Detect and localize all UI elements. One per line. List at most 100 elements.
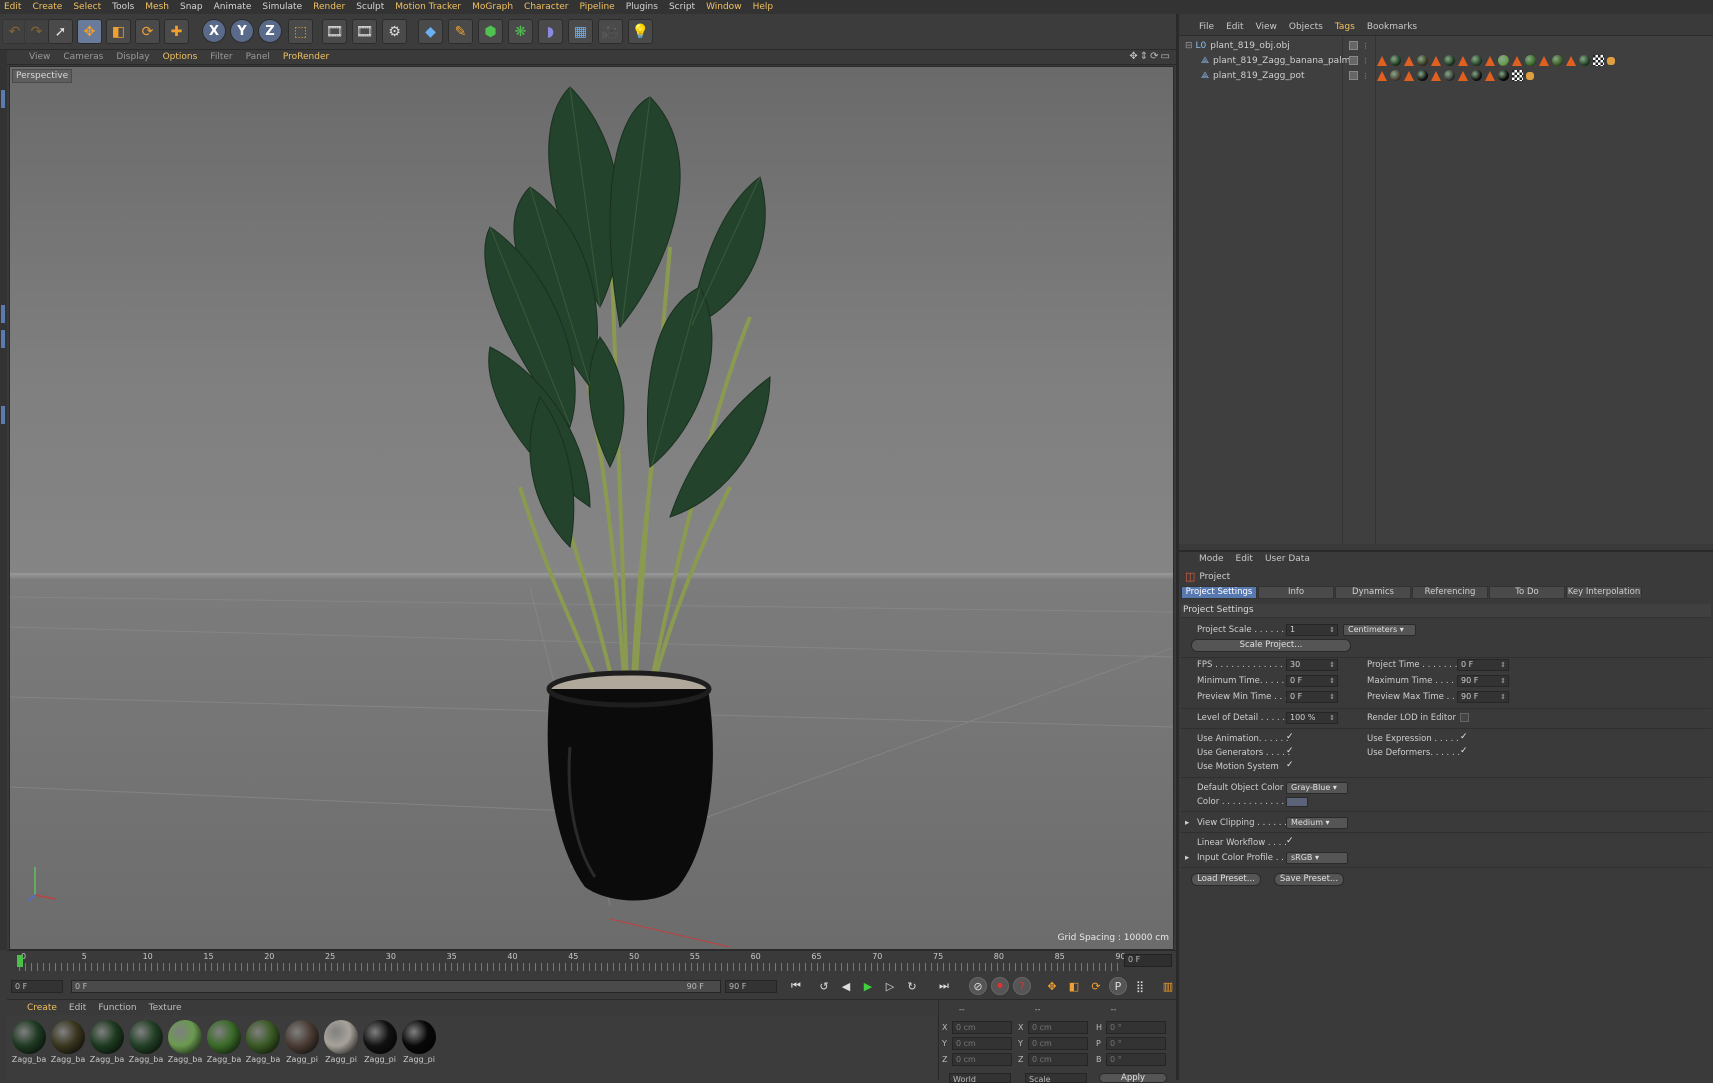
select-tool-button[interactable]: ➚ xyxy=(48,19,73,44)
menu-window[interactable]: Window xyxy=(706,2,742,12)
z-axis-button[interactable]: Z xyxy=(258,19,282,43)
menu-simulate[interactable]: Simulate xyxy=(262,2,302,12)
material-swatch[interactable]: Zagg_ba xyxy=(50,1020,86,1068)
object-row-pot[interactable]: ⟁ plant_819_Zagg_pot xyxy=(1201,68,1305,83)
color-swatch[interactable] xyxy=(1286,797,1308,807)
material-swatch[interactable]: Zagg_ba xyxy=(206,1020,242,1068)
timeline-playhead[interactable] xyxy=(17,955,23,967)
scale-project-button[interactable]: Scale Project... xyxy=(1191,639,1351,652)
om-menu-file[interactable]: File xyxy=(1199,22,1214,32)
subdivision-button[interactable]: ⬢ xyxy=(478,19,503,44)
key-position-button[interactable]: ✥ xyxy=(1043,977,1061,995)
material-tag-icon[interactable] xyxy=(1444,55,1455,66)
level-of-detail-field[interactable]: 100 % ⇕ xyxy=(1286,712,1338,724)
tab-info[interactable]: Info xyxy=(1258,586,1334,599)
use-expression-checkbox[interactable]: ✓ xyxy=(1460,733,1469,742)
use-generators-checkbox[interactable]: ✓ xyxy=(1286,747,1295,756)
uv-tag-icon[interactable] xyxy=(1377,70,1387,81)
material-tag-icon[interactable] xyxy=(1498,55,1509,66)
view-clipping-expander[interactable]: ▸ xyxy=(1185,818,1189,828)
material-swatch[interactable]: Zagg_pi xyxy=(362,1020,398,1068)
material-swatch[interactable]: Zagg_pi xyxy=(401,1020,437,1068)
coord-value-field[interactable]: 0 cm xyxy=(1028,1037,1088,1050)
maximum-time-field[interactable]: 90 F ⇕ xyxy=(1457,675,1509,687)
material-tag-icon[interactable] xyxy=(1471,70,1482,81)
object-row-root[interactable]: ⊟ L0 plant_819_obj.obj xyxy=(1185,38,1290,53)
material-swatch[interactable]: Zagg_ba xyxy=(167,1020,203,1068)
material-swatch[interactable]: Zagg_ba xyxy=(89,1020,125,1068)
menu-select[interactable]: Select xyxy=(73,2,101,12)
x-axis-button[interactable]: X xyxy=(202,19,226,43)
coord-value-field[interactable]: 0 ° xyxy=(1106,1053,1166,1066)
preview-max-field[interactable]: 90 F ⇕ xyxy=(1457,691,1509,703)
material-swatch[interactable]: Zagg_ba xyxy=(11,1020,47,1068)
object-flags[interactable]: ⋮ xyxy=(1349,68,1369,83)
tab-referencing[interactable]: Referencing xyxy=(1412,586,1488,599)
save-preset-button[interactable]: Save Preset... xyxy=(1274,873,1344,886)
material-tag-icon[interactable] xyxy=(1471,55,1482,66)
linear-workflow-checkbox[interactable]: ✓ xyxy=(1286,837,1295,846)
default-object-color-dropdown[interactable]: Gray-Blue ▾ xyxy=(1286,782,1348,794)
material-tag-icon[interactable] xyxy=(1390,70,1401,81)
viewport-menu-options[interactable]: Options xyxy=(163,52,198,62)
render-picture-viewer-button[interactable]: 🎞 xyxy=(352,19,377,44)
floor-button[interactable]: ▦ xyxy=(568,19,593,44)
tab-to-do[interactable]: To Do xyxy=(1489,586,1565,599)
start-frame-field[interactable]: 0 F xyxy=(11,980,63,993)
perspective-viewport[interactable]: Perspective Grid Spacing : 10000 cm xyxy=(9,66,1174,950)
uv-tag-icon[interactable] xyxy=(1404,55,1414,66)
y-axis-button[interactable]: Y xyxy=(230,19,254,43)
viewport-nav-icons[interactable]: ✥⇕⟳▭ xyxy=(1129,51,1172,62)
play-button[interactable]: ▶ xyxy=(859,977,877,995)
uv-tag-icon[interactable] xyxy=(1485,70,1495,81)
menu-mograph[interactable]: MoGraph xyxy=(472,2,513,12)
viewport-menu-display[interactable]: Display xyxy=(116,52,149,62)
material-menu-texture[interactable]: Texture xyxy=(149,1003,182,1013)
menu-help[interactable]: Help xyxy=(753,2,774,12)
collapse-icon[interactable]: ⊟ xyxy=(1185,41,1193,51)
use-motion-system-checkbox[interactable]: ✓ xyxy=(1286,761,1295,770)
minimum-time-field[interactable]: 0 F ⇕ xyxy=(1286,675,1338,687)
menu-render[interactable]: Render xyxy=(313,2,345,12)
autokey-button[interactable]: ? xyxy=(1013,977,1031,995)
material-tag-icon[interactable] xyxy=(1417,70,1428,81)
uv-tag-icon[interactable] xyxy=(1404,70,1414,81)
uv-tag-icon[interactable] xyxy=(1539,55,1549,66)
material-tag-icon[interactable] xyxy=(1390,55,1401,66)
project-scale-unit-dropdown[interactable]: Centimeters ▾ xyxy=(1343,624,1416,636)
next-key-button[interactable]: ↻ xyxy=(903,977,921,995)
uv-tag-icon[interactable] xyxy=(1512,55,1522,66)
fps-field[interactable]: 30 ⇕ xyxy=(1286,659,1338,671)
attr-menu-edit[interactable]: Edit xyxy=(1236,554,1253,564)
material-tag-icon[interactable] xyxy=(1417,55,1428,66)
previous-key-button[interactable]: ↺ xyxy=(815,977,833,995)
array-button[interactable]: ❋ xyxy=(508,19,533,44)
deformer-button[interactable]: ◗ xyxy=(538,19,563,44)
object-flags[interactable]: ⋮ xyxy=(1349,53,1369,68)
input-color-profile-expander[interactable]: ▸ xyxy=(1185,853,1189,863)
key-rotation-button[interactable]: ⟳ xyxy=(1087,977,1105,995)
menu-create[interactable]: Create xyxy=(32,2,62,12)
om-menu-objects[interactable]: Objects xyxy=(1289,22,1323,32)
coord-value-field[interactable]: 0 cm xyxy=(952,1021,1012,1034)
render-settings-button[interactable]: ⚙ xyxy=(382,19,407,44)
render-view-button[interactable]: 🎞 xyxy=(322,19,347,44)
timeline-ruler[interactable]: 0 5 10 15 20 25 30 35 40 45 50 55 60 65 70 75 80 85 90 0 F xyxy=(7,950,1176,972)
viewport-menu-cameras[interactable]: Cameras xyxy=(63,52,103,62)
apply-button[interactable]: Apply xyxy=(1099,1073,1167,1083)
uv-tag-icon[interactable] xyxy=(1566,55,1576,66)
tab-dynamics[interactable]: Dynamics xyxy=(1335,586,1411,599)
current-frame-field[interactable]: 0 F xyxy=(1124,954,1172,967)
material-tag-icon[interactable] xyxy=(1579,55,1590,66)
viewport-menu-filter[interactable]: Filter xyxy=(210,52,232,62)
material-swatch[interactable]: Zagg_pi xyxy=(284,1020,320,1068)
tab-key-interpolation[interactable]: Key Interpolation xyxy=(1566,586,1642,599)
phong-tag-icon[interactable] xyxy=(1526,71,1534,80)
object-flags[interactable]: ⋮ xyxy=(1349,38,1369,53)
material-tag-icon[interactable] xyxy=(1552,55,1563,66)
end-frame-field[interactable]: 90 F xyxy=(725,980,777,993)
timeline-window-button[interactable]: ▥ xyxy=(1159,977,1177,995)
uv-tag-icon[interactable] xyxy=(1431,70,1441,81)
coord-value-field[interactable]: 0 ° xyxy=(1106,1037,1166,1050)
live-select-button[interactable]: ✚ xyxy=(164,19,189,44)
